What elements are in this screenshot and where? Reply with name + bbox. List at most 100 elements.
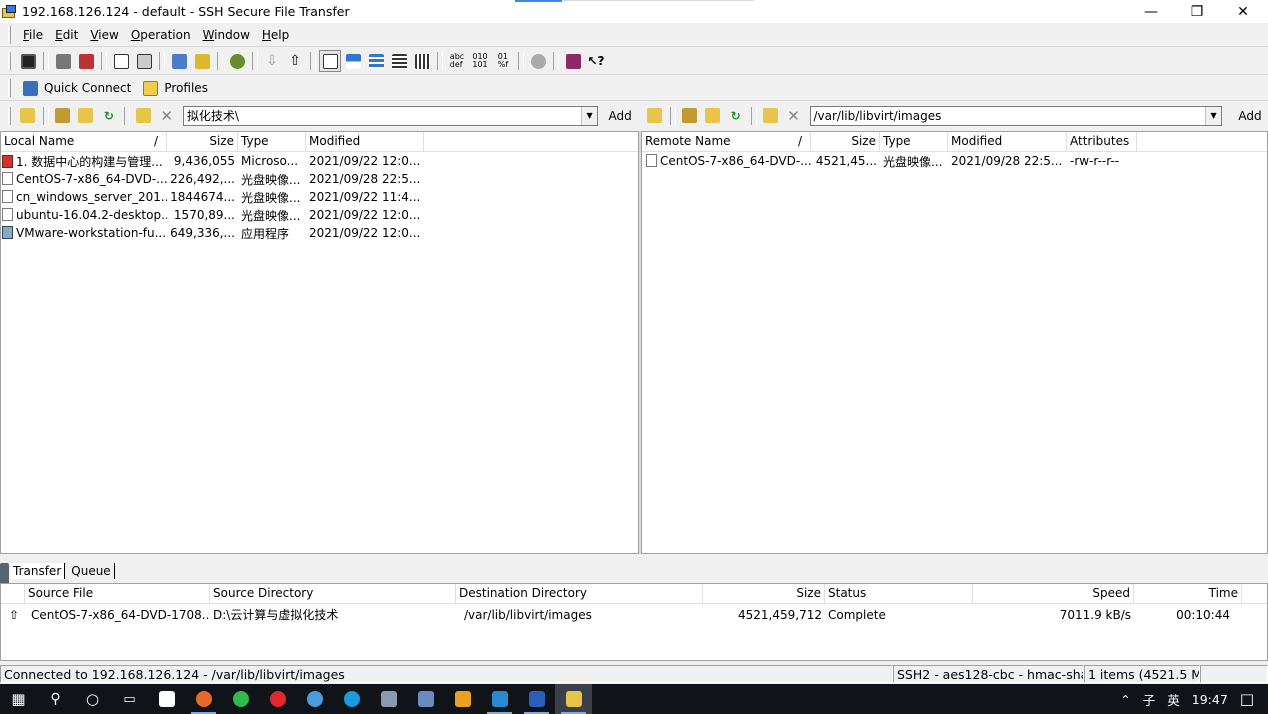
taskbar-app-netease-music[interactable] [259,684,296,714]
small-icons-button[interactable] [365,50,387,72]
remote-new-folder-button[interactable] [760,105,782,127]
local-file-row[interactable]: VMware-workstation-fu... 649,336,... 应用程序 2… [1,224,638,242]
remote-refresh-button[interactable]: ↻ [725,105,747,127]
taskbar-app-ssh-file-transfer[interactable] [555,684,592,714]
save-button[interactable] [17,50,39,72]
local-file-row[interactable]: ubuntu-16.04.2-desktop... 1570,89... 光盘映像.… [1,206,638,224]
remote-path-combo[interactable]: /var/lib/libvirt/images ▼ [809,105,1223,126]
col-attributes[interactable]: Attributes [1067,132,1137,152]
remote-delete-button[interactable]: ✕ [783,105,805,127]
taskbar-app-search[interactable] [296,684,333,714]
details-view-button[interactable] [411,50,433,72]
col-source-file[interactable]: Source File [25,584,210,604]
transfer-list[interactable]: Source File Source Directory Destination… [0,583,1268,661]
tray-chevron-up-icon[interactable]: ⌃ [1120,692,1130,707]
chevron-down-icon[interactable]: ▼ [1205,106,1222,125]
local-parent-button[interactable] [75,105,97,127]
col-status[interactable]: Status [825,584,973,604]
col-direction[interactable] [1,584,25,604]
download-button[interactable]: ⇩ [261,50,283,72]
stop-button[interactable] [527,50,549,72]
col-modified[interactable]: Modified [948,132,1067,152]
col-destination-directory[interactable]: Destination Directory [456,584,703,604]
local-home-button[interactable] [52,105,74,127]
start-button[interactable]: ▦ [0,684,37,714]
local-up-folder-button[interactable] [17,105,39,127]
taskbar-app-edge[interactable] [333,684,370,714]
local-path-combo[interactable]: 拟化技术\ ▼ [182,105,599,126]
menu-help[interactable]: Help [256,28,295,42]
paste-button[interactable] [133,50,155,72]
remote-parent-button[interactable] [702,105,724,127]
local-delete-button[interactable]: ✕ [156,105,178,127]
taskbar-app-terminal[interactable] [370,684,407,714]
view-toggle-button[interactable] [319,50,341,72]
menu-file[interactable]: File [17,28,49,42]
disconnect-button[interactable] [75,50,97,72]
col-time[interactable]: Time [1134,584,1242,604]
col-speed[interactable]: Speed [973,584,1134,604]
close-button[interactable]: ✕ [1220,0,1266,23]
edit-profiles-button[interactable] [191,50,213,72]
local-file-row[interactable]: cn_windows_server_201... 1844674... 光盘映像..… [1,188,638,206]
settings-button[interactable] [226,50,248,72]
taskbar-app-firefox[interactable] [185,684,222,714]
remote-file-pane[interactable]: Remote Name / Size Type Modified Attribut… [641,131,1268,554]
task-view-button[interactable]: ▭ [111,684,148,714]
col-size[interactable]: Size [167,132,238,152]
auto-mode-button[interactable]: 01 %f [492,50,514,72]
notification-icon[interactable]: □ [1240,690,1254,708]
local-new-folder-button[interactable] [133,105,155,127]
taskbar-app-vmware-1[interactable] [444,684,481,714]
minimize-button[interactable]: — [1128,0,1174,23]
upload-button[interactable]: ⇧ [284,50,306,72]
col-local-name[interactable]: Local Name / [1,132,167,152]
col-remote-name[interactable]: Remote Name / [642,132,811,152]
menu-view[interactable]: View [84,28,124,42]
local-file-pane[interactable]: Local Name / Size Type Modified 1. 数据中心的构… [0,131,639,554]
cortana-button[interactable]: ○ [74,684,111,714]
remote-home-button[interactable] [679,105,701,127]
menu-operation[interactable]: Operation [125,28,197,42]
col-type[interactable]: Type [238,132,306,152]
taskbar-app-vmware-2[interactable] [481,684,518,714]
restore-button[interactable]: ❐ [1174,0,1220,23]
remote-add-button[interactable]: Add [1232,105,1268,127]
taskbar-app-word[interactable] [518,684,555,714]
search-button[interactable]: ⚲ [37,684,74,714]
help-topics-button[interactable] [562,50,584,72]
local-add-button[interactable]: Add [602,105,638,127]
binary-mode-button[interactable]: 010 101 [469,50,491,72]
taskbar-app-wechat[interactable] [222,684,259,714]
remote-up-folder-button[interactable] [644,105,666,127]
local-refresh-button[interactable]: ↻ [98,105,120,127]
copy-button[interactable] [110,50,132,72]
remote-file-row[interactable]: CentOS-7-x86_64-DVD-... 4521,45... 光盘映像...… [642,152,1267,170]
taskbar-app-t[interactable] [148,684,185,714]
profiles-dropdown-button[interactable]: Profiles [137,77,214,99]
local-file-row[interactable]: 1. 数据中心的构建与管理... 9,436,055 Microso... 2021/… [1,152,638,170]
transfer-row[interactable]: ⇧ CentOS-7-x86_64-DVD-1708.... D:\云计算与虚拟化技… [1,604,1267,625]
large-icons-button[interactable] [342,50,364,72]
ascii-mode-button[interactable]: abc def [446,50,468,72]
tab-transfer[interactable]: Transfer [10,563,66,579]
col-modified[interactable]: Modified [306,132,424,152]
col-source-directory[interactable]: Source Directory [210,584,456,604]
new-terminal-button[interactable] [52,50,74,72]
tray-ime[interactable]: 英 [1167,690,1180,709]
chevron-down-icon[interactable]: ▼ [581,106,598,125]
col-type[interactable]: Type [880,132,948,152]
tray-clock[interactable]: 19:47 [1192,692,1228,707]
profiles-button[interactable] [168,50,190,72]
quick-connect-button[interactable]: Quick Connect [17,77,137,99]
tab-queue[interactable]: Queue [68,563,115,579]
context-help-button[interactable]: ↖? [585,50,607,72]
menu-window[interactable]: Window [197,28,256,42]
list-view-button[interactable] [388,50,410,72]
col-size[interactable]: Size [703,584,825,604]
taskbar-app-virtualbox[interactable] [407,684,444,714]
col-size[interactable]: Size [811,132,880,152]
tray-volume[interactable]: 子 [1143,690,1156,709]
local-file-row[interactable]: CentOS-7-x86_64-DVD-... 226,492,... 光盘映像..… [1,170,638,188]
menu-edit[interactable]: Edit [49,28,84,42]
